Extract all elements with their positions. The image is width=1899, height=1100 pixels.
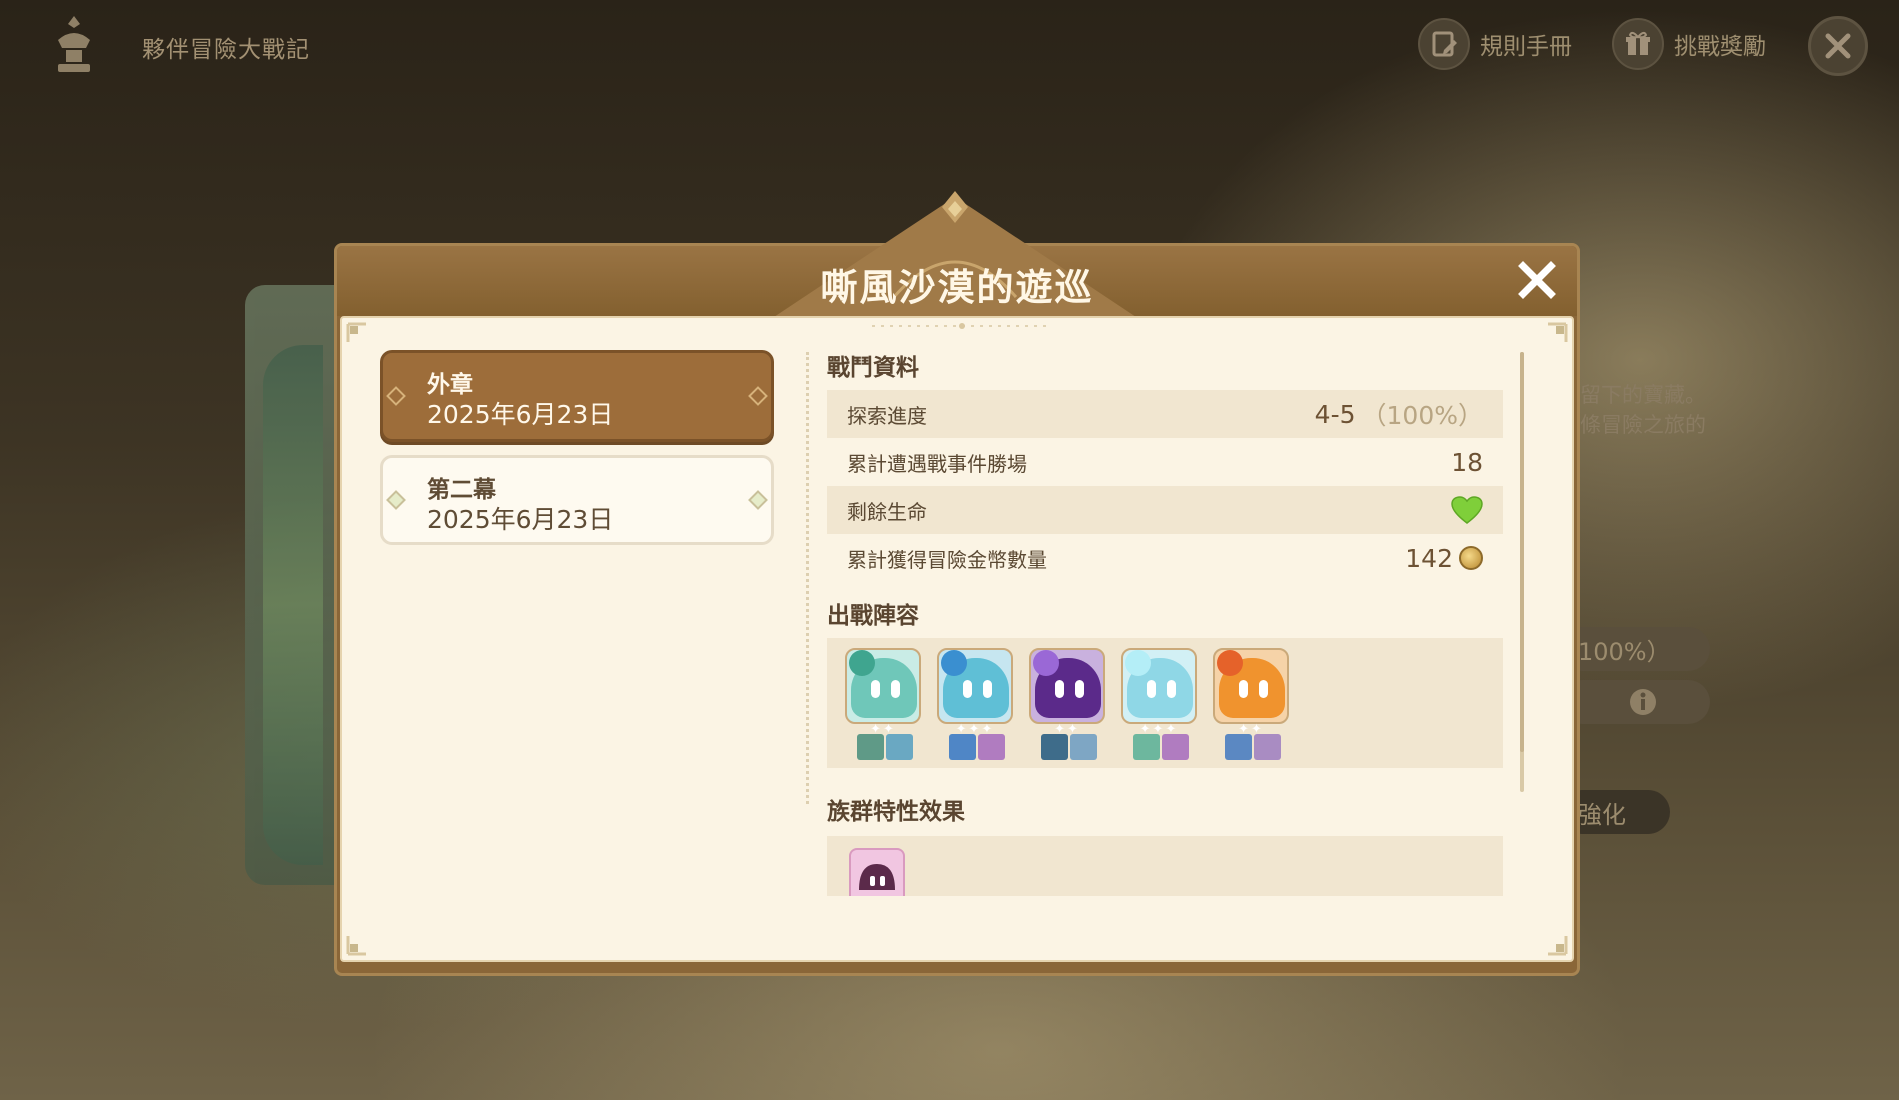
slime-member-pyro[interactable]: ✦✦ — [1213, 648, 1289, 760]
event-emblem-icon — [50, 14, 98, 76]
diamond-icon — [748, 490, 768, 510]
electro-element-icon — [1033, 650, 1059, 676]
equipment-icon — [1041, 734, 1068, 760]
modal-title: 嘶風沙漠的遊巡 — [820, 266, 1094, 309]
adventure-coin-icon — [1459, 546, 1483, 570]
hydro-element-icon — [941, 650, 967, 676]
chapter-item-act-two[interactable]: 第二幕 2025年6月23日 — [380, 455, 774, 545]
background-info-pill — [1560, 680, 1710, 724]
lineup-title: 出戰陣容 — [827, 603, 919, 629]
stat-value: 18 — [1451, 447, 1483, 477]
chapter-name: 外章 — [427, 372, 473, 398]
equipment-icon — [886, 734, 913, 760]
stat-row-encounter-wins: 累計遭遇戰事件勝場 18 — [827, 438, 1503, 486]
traits-panel — [827, 836, 1503, 896]
diamond-icon — [386, 490, 406, 510]
slime-trait-icon[interactable] — [849, 848, 905, 896]
modal-body: 外章 2025年6月23日 第二幕 2025年6月23日 戰鬥資料 探索進度 4… — [340, 316, 1574, 962]
close-icon — [1825, 33, 1851, 59]
gift-icon — [1612, 18, 1664, 70]
info-icon — [1630, 689, 1656, 715]
background-description: 留下的寶藏。 條冒險之旅的 — [1580, 383, 1706, 437]
corner-ornament-icon — [346, 936, 366, 956]
traits-title: 族群特性效果 — [827, 799, 965, 825]
pyro-element-icon — [1217, 650, 1243, 676]
equipment-icon — [1162, 734, 1189, 760]
diamond-icon — [386, 386, 406, 406]
chapter-date: 2025年6月23日 — [427, 400, 614, 429]
corner-ornament-icon — [346, 322, 366, 342]
corner-ornament-icon — [1548, 322, 1568, 342]
cryo-element-icon — [1125, 650, 1151, 676]
equipment-icon — [1133, 734, 1160, 760]
battle-stats-table: 探索進度 4-5 （100%） 累計遭遇戰事件勝場 18 剩餘生命 累計獲得冒險金… — [827, 390, 1503, 582]
vertical-divider — [806, 352, 809, 804]
stat-label: 累計獲得冒險金幣數量 — [847, 547, 1047, 572]
close-modal-button[interactable] — [1514, 257, 1560, 303]
background-progress-pill: 100%） — [1560, 627, 1710, 671]
stat-row-exploration: 探索進度 4-5 （100%） — [827, 390, 1503, 438]
stat-row-remaining-life: 剩餘生命 — [827, 486, 1503, 534]
slime-member-dendro[interactable]: ✦✦ — [845, 648, 921, 760]
chapter-item-outer[interactable]: 外章 2025年6月23日 — [380, 350, 774, 442]
close-event-button[interactable] — [1808, 16, 1868, 76]
equipment-icon — [1070, 734, 1097, 760]
scrollbar-thumb[interactable] — [1520, 352, 1524, 752]
stat-label: 探索進度 — [847, 403, 927, 428]
lineup-panel: ✦✦ ✦✦✦ ✦✦ ✦✦✦ ✦✦ — [827, 638, 1503, 768]
heart-icon — [1451, 496, 1483, 524]
top-dots-divider — [872, 323, 1052, 329]
equipment-icon — [857, 734, 884, 760]
stat-value: 4-5 （100%） — [1314, 399, 1483, 431]
stat-row-coins: 累計獲得冒險金幣數量 142 — [827, 534, 1503, 582]
equipment-icon — [978, 734, 1005, 760]
rules-manual-button[interactable]: 規則手冊 — [1418, 16, 1572, 72]
top-bar: 夥伴冒險大戰記 規則手冊 挑戰獎勵 — [0, 0, 1899, 90]
stat-value: 142 — [1405, 544, 1483, 573]
battle-data-title: 戰鬥資料 — [827, 355, 919, 381]
expedition-detail-modal: 嘶風沙漠的遊巡 外章 2025年6月23日 第二幕 2025年6月23日 戰鬥資… — [334, 191, 1580, 976]
event-title: 夥伴冒險大戰記 — [142, 37, 310, 63]
rules-book-icon — [1418, 18, 1470, 70]
challenge-rewards-label: 挑戰獎勵 — [1674, 34, 1766, 60]
close-icon — [1518, 261, 1556, 299]
corner-ornament-icon — [1548, 936, 1568, 956]
equipment-icon — [1225, 734, 1252, 760]
challenge-rewards-button[interactable]: 挑戰獎勵 — [1612, 16, 1766, 72]
stat-label: 累計遭遇戰事件勝場 — [847, 451, 1027, 476]
stat-label: 剩餘生命 — [847, 499, 927, 524]
dendro-element-icon — [849, 650, 875, 676]
content-scrollbar[interactable] — [1520, 352, 1524, 792]
slime-member-cryo[interactable]: ✦✦✦ — [1121, 648, 1197, 760]
diamond-icon — [748, 386, 768, 406]
chapter-date: 2025年6月23日 — [427, 505, 614, 534]
chapter-name: 第二幕 — [427, 477, 496, 503]
rules-manual-label: 規則手冊 — [1480, 34, 1572, 60]
equipment-icon — [1254, 734, 1281, 760]
slime-member-electro[interactable]: ✦✦ — [1029, 648, 1105, 760]
slime-member-hydro[interactable]: ✦✦✦ — [937, 648, 1013, 760]
stat-value — [1451, 496, 1483, 524]
equipment-icon — [949, 734, 976, 760]
background-scroll-panel — [245, 285, 335, 885]
